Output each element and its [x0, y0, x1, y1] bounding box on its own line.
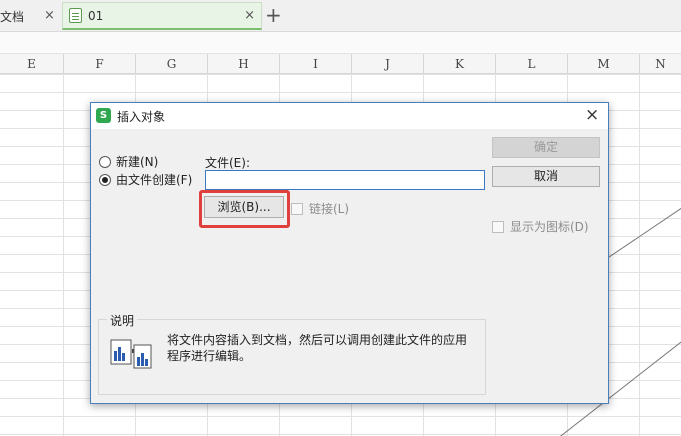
cancel-button[interactable]: 取消	[492, 166, 600, 187]
column-header-g[interactable]: G	[136, 54, 208, 74]
tab-document[interactable]: 文档 ×	[0, 2, 62, 30]
grid-line	[639, 74, 640, 436]
column-header-j[interactable]: J	[352, 54, 424, 74]
radio-create-new[interactable]: 新建(N)	[99, 153, 158, 170]
toolbar-strip	[0, 32, 681, 54]
column-header-m[interactable]: M	[568, 54, 640, 74]
checkbox-label: 显示为图标(D)	[510, 220, 589, 234]
description-text: 将文件内容插入到文档，然后可以调用创建此文件的应用程序进行编辑。	[167, 333, 468, 363]
column-header-e[interactable]: E	[0, 54, 64, 74]
description-title: 说明	[107, 312, 138, 329]
insert-object-dialog: S 插入对象 × 新建(N) 由文件创建(F) 文件(E): 浏览(B)... …	[90, 102, 609, 404]
spreadsheet-file-icon	[69, 8, 82, 23]
tab-label: 01	[88, 8, 104, 23]
radio-circle-icon	[99, 155, 111, 168]
file-field-label: 文件(E):	[205, 156, 250, 170]
close-icon[interactable]: ×	[244, 8, 255, 23]
close-icon[interactable]: ×	[585, 105, 599, 125]
dialog-title-bar[interactable]: S 插入对象 ×	[91, 103, 608, 129]
screen: 文档 × 01 × + E F G H I J K L M N S 插入对象 ×…	[0, 0, 681, 436]
checkbox-icon	[291, 202, 303, 215]
tab-bar: 文档 × 01 × +	[0, 0, 681, 32]
wps-logo-icon: S	[96, 108, 111, 123]
ok-button[interactable]: 确定	[492, 137, 600, 158]
column-header-l[interactable]: L	[496, 54, 568, 74]
embedded-chart-document-icon	[110, 339, 152, 369]
link-checkbox[interactable]: 链接(L)	[291, 200, 349, 217]
radio-selected-icon	[99, 173, 111, 186]
tab-01[interactable]: 01 ×	[62, 2, 262, 30]
highlight-box	[199, 190, 290, 228]
grid-line	[63, 74, 64, 436]
radio-label: 新建(N)	[116, 155, 159, 169]
column-header-i[interactable]: I	[280, 54, 352, 74]
dialog-title: 插入对象	[117, 110, 166, 124]
show-as-icon-checkbox[interactable]: 显示为图标(D)	[492, 218, 589, 235]
file-path-input[interactable]	[205, 170, 485, 190]
column-header-f[interactable]: F	[64, 54, 136, 74]
column-header-k[interactable]: K	[424, 54, 496, 74]
checkbox-label: 链接(L)	[309, 202, 350, 216]
radio-create-from-file[interactable]: 由文件创建(F)	[99, 171, 192, 188]
column-header-row: E F G H I J K L M N	[0, 54, 681, 74]
close-icon[interactable]: ×	[44, 8, 55, 23]
column-header-h[interactable]: H	[208, 54, 280, 74]
radio-label: 由文件创建(F)	[116, 173, 193, 187]
new-tab-plus-icon[interactable]: +	[265, 4, 282, 26]
checkbox-icon	[492, 220, 504, 233]
tab-label: 文档	[0, 9, 25, 24]
column-header-n[interactable]: N	[640, 54, 681, 74]
